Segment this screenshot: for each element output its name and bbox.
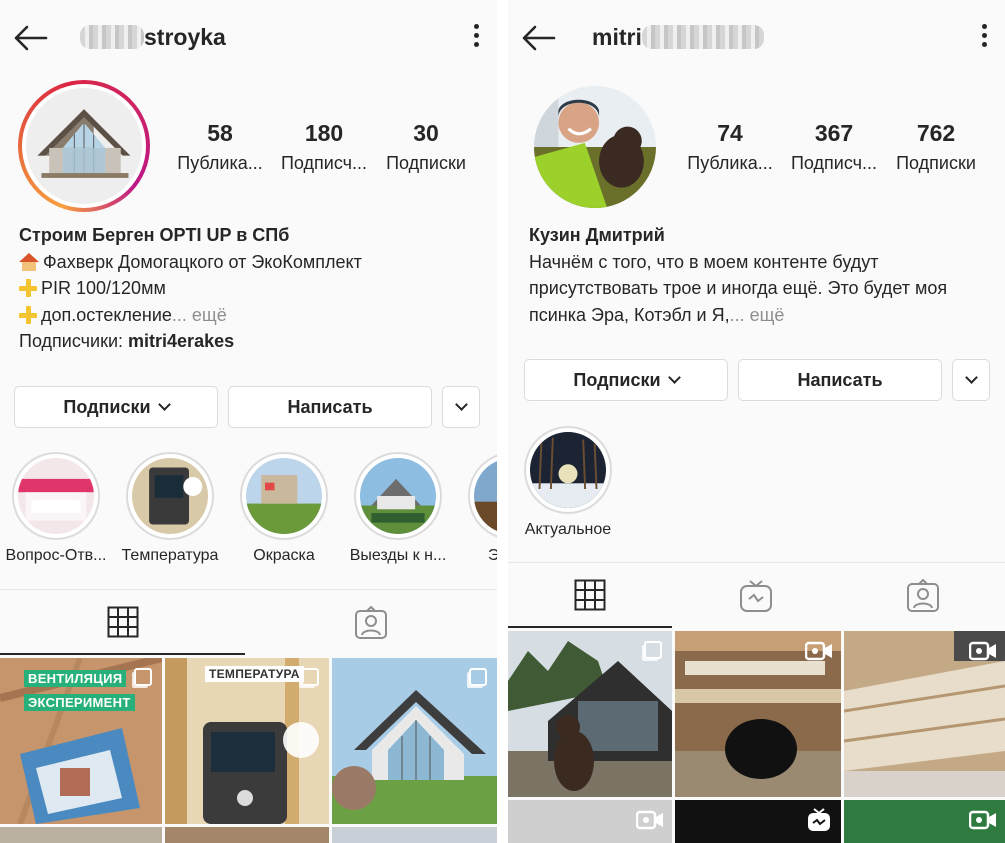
profile-screen-right: mitri 74 Публика... 367 Подписч... 762 П… bbox=[508, 0, 1005, 843]
post-overlay-text: ВЕНТИЛЯЦИЯ bbox=[24, 670, 127, 687]
profile-tabs bbox=[508, 562, 1005, 628]
top-bar: mitri bbox=[508, 0, 1005, 76]
house-emoji-icon bbox=[19, 252, 39, 271]
video-icon bbox=[969, 641, 996, 661]
tab-igtv[interactable] bbox=[672, 563, 840, 628]
profile-bio: Строим Берген OPTI UP в СПб Фахверк Домо… bbox=[19, 222, 362, 355]
message-button[interactable]: Написать bbox=[228, 386, 432, 428]
post-overlay-text: ТЕМПЕРАТУРА bbox=[205, 666, 304, 682]
highlight-item[interactable]: Выезды к н... bbox=[350, 452, 446, 564]
chevron-down-icon bbox=[964, 371, 978, 384]
followers-stat[interactable]: 367 Подписч... bbox=[784, 120, 884, 174]
following-stat[interactable]: 30 Подписки bbox=[376, 120, 476, 174]
avatar-photo bbox=[534, 86, 656, 208]
profile-username: stroyka bbox=[80, 24, 226, 51]
profile-tabs bbox=[0, 589, 497, 655]
post-thumbnail[interactable] bbox=[675, 631, 841, 797]
igtv-icon bbox=[808, 808, 830, 831]
post-thumbnail[interactable] bbox=[332, 658, 497, 824]
tagged-icon bbox=[355, 605, 387, 639]
multi-photo-icon bbox=[644, 641, 662, 659]
back-arrow-icon[interactable] bbox=[520, 22, 556, 54]
redacted-username-part bbox=[80, 25, 144, 49]
chevron-down-icon bbox=[157, 398, 171, 411]
post-thumbnail[interactable] bbox=[508, 800, 672, 843]
highlight-cover bbox=[474, 458, 497, 534]
post-thumbnail[interactable] bbox=[0, 827, 162, 843]
multi-photo-icon bbox=[301, 668, 319, 686]
post-thumbnail[interactable]: ТЕМПЕРАТУРА bbox=[165, 658, 329, 824]
profile-username: mitri bbox=[592, 24, 764, 51]
multi-photo-icon bbox=[469, 668, 487, 686]
top-bar: stroyka bbox=[0, 0, 497, 76]
post-thumbnail[interactable] bbox=[675, 800, 841, 843]
chevron-down-icon bbox=[667, 371, 681, 384]
grid-icon bbox=[574, 579, 606, 610]
divider bbox=[497, 0, 508, 843]
profile-name: Кузин Дмитрий bbox=[529, 225, 665, 245]
more-options-icon[interactable] bbox=[979, 24, 989, 50]
post-thumbnail[interactable] bbox=[165, 827, 329, 843]
tab-grid[interactable] bbox=[0, 590, 245, 655]
more-options-icon[interactable] bbox=[471, 24, 481, 50]
back-arrow-icon[interactable] bbox=[12, 22, 48, 54]
post-thumbnail[interactable] bbox=[844, 800, 1005, 843]
highlight-item[interactable]: Температура bbox=[122, 452, 218, 564]
igtv-icon bbox=[740, 579, 772, 612]
tab-tagged[interactable] bbox=[245, 590, 497, 655]
tab-grid[interactable] bbox=[508, 563, 672, 628]
tagged-icon bbox=[906, 578, 939, 612]
tab-tagged[interactable] bbox=[840, 563, 1005, 628]
profile-screen-left: stroyka 58 Публика... 180 Подписч... 30 … bbox=[0, 0, 497, 843]
post-overlay-text: ЭКСПЕРИМЕНТ bbox=[24, 694, 135, 711]
profile-bio: Кузин Дмитрий Начнём с того, что в моем … bbox=[529, 222, 999, 328]
redacted-username-part bbox=[641, 25, 764, 49]
plus-emoji-icon bbox=[19, 279, 37, 297]
avatar[interactable] bbox=[534, 86, 656, 208]
mutual-follower-link[interactable]: mitri4erakes bbox=[128, 331, 234, 351]
suggested-dropdown-button[interactable] bbox=[442, 386, 480, 428]
highlight-cover bbox=[132, 458, 208, 534]
following-stat[interactable]: 762 Подписки bbox=[886, 120, 986, 174]
post-thumbnail[interactable] bbox=[332, 827, 497, 843]
highlight-cover bbox=[530, 432, 606, 508]
post-thumbnail[interactable] bbox=[844, 631, 1005, 797]
highlight-item[interactable]: Окраска bbox=[240, 452, 328, 564]
bio-more-link[interactable]: ... ещё bbox=[172, 305, 227, 325]
suggested-dropdown-button[interactable] bbox=[952, 359, 990, 401]
posts-stat[interactable]: 74 Публика... bbox=[680, 120, 780, 174]
highlight-item[interactable]: Актуальное bbox=[524, 426, 612, 538]
chevron-down-icon bbox=[454, 398, 468, 411]
highlight-item[interactable]: Вопрос-Отв... bbox=[6, 452, 106, 564]
followers-stat[interactable]: 180 Подписч... bbox=[274, 120, 374, 174]
highlight-cover bbox=[360, 458, 436, 534]
post-thumbnail[interactable] bbox=[508, 631, 672, 797]
video-icon bbox=[636, 810, 663, 830]
multi-photo-icon bbox=[134, 668, 152, 686]
plus-emoji-icon bbox=[19, 305, 37, 324]
highlight-cover bbox=[18, 458, 94, 534]
profile-name: Строим Берген OPTI UP в СПб bbox=[19, 225, 290, 245]
avatar[interactable] bbox=[18, 80, 150, 212]
following-button[interactable]: Подписки bbox=[524, 359, 728, 401]
post-thumbnail[interactable]: ВЕНТИЛЯЦИЯ ЭКСПЕРИМЕНТ bbox=[0, 658, 162, 824]
video-icon bbox=[805, 641, 832, 661]
avatar-house-image bbox=[26, 88, 142, 204]
following-button[interactable]: Подписки bbox=[14, 386, 218, 428]
bio-more-link[interactable]: ... ещё bbox=[730, 305, 785, 325]
highlight-item[interactable]: Этап bbox=[468, 452, 497, 564]
message-button[interactable]: Написать bbox=[738, 359, 942, 401]
video-icon bbox=[969, 810, 996, 830]
posts-stat[interactable]: 58 Публика... bbox=[170, 120, 270, 174]
grid-icon bbox=[107, 606, 138, 637]
highlight-cover bbox=[246, 458, 322, 534]
